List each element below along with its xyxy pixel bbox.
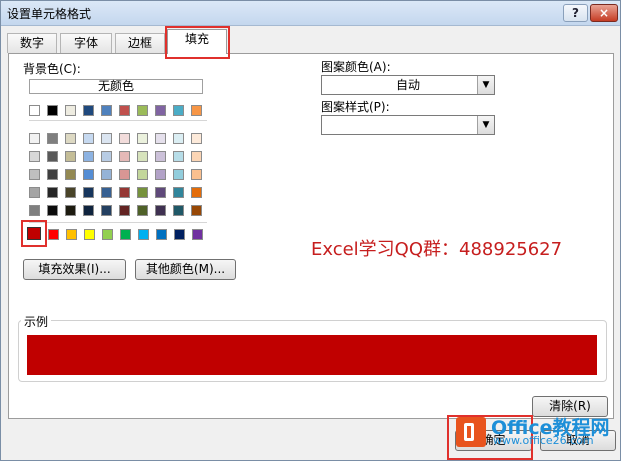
tint-color-swatch[interactable]	[137, 151, 148, 162]
theme-color-swatch[interactable]	[155, 105, 166, 116]
theme-color-swatch[interactable]	[65, 105, 76, 116]
standard-color-swatch[interactable]	[102, 229, 113, 240]
fill-effects-button[interactable]: 填充效果(I)...	[23, 259, 126, 280]
dropdown-arrow-icon[interactable]: ▼	[477, 76, 494, 94]
standard-color-swatch[interactable]	[66, 229, 77, 240]
sample-label: 示例	[21, 313, 52, 330]
tint-color-swatch[interactable]	[83, 169, 94, 180]
sample-preview	[27, 335, 597, 375]
tint-color-swatch[interactable]	[173, 133, 184, 144]
tint-color-swatch[interactable]	[119, 133, 130, 144]
theme-color-swatch[interactable]	[191, 105, 202, 116]
tint-color-swatch[interactable]	[191, 151, 202, 162]
theme-color-swatch[interactable]	[119, 105, 130, 116]
tint-color-swatch[interactable]	[137, 205, 148, 216]
tint-color-swatch[interactable]	[191, 205, 202, 216]
tint-color-swatch[interactable]	[47, 205, 58, 216]
tint-color-swatch[interactable]	[173, 169, 184, 180]
tint-color-swatch[interactable]	[65, 205, 76, 216]
standard-color-swatch[interactable]	[48, 229, 59, 240]
tint-color-swatch[interactable]	[83, 187, 94, 198]
tint-color-swatch[interactable]	[173, 205, 184, 216]
dialog-title: 设置单元格格式	[7, 7, 92, 21]
tint-color-swatch[interactable]	[173, 187, 184, 198]
theme-color-swatch[interactable]	[83, 105, 94, 116]
standard-color-swatch[interactable]	[192, 229, 203, 240]
pattern-color-value: 自动	[395, 78, 420, 92]
tint-color-swatch[interactable]	[119, 151, 130, 162]
palette-separator	[29, 120, 207, 121]
tint-color-swatch[interactable]	[101, 151, 112, 162]
tint-color-swatch[interactable]	[47, 151, 58, 162]
watermark-url: www.office26.com	[493, 434, 594, 447]
tint-color-swatch[interactable]	[155, 169, 166, 180]
tint-color-swatch[interactable]	[119, 187, 130, 198]
tint-color-swatch[interactable]	[29, 151, 40, 162]
promo-text: Excel学习QQ群：488925627	[311, 239, 563, 260]
tint-color-swatch[interactable]	[47, 169, 58, 180]
theme-color-swatch[interactable]	[47, 105, 58, 116]
tint-color-swatch[interactable]	[29, 133, 40, 144]
title-bar: 设置单元格格式 ? ×	[1, 1, 620, 26]
tint-color-swatch[interactable]	[137, 187, 148, 198]
theme-color-swatch[interactable]	[137, 105, 148, 116]
office-logo-icon	[456, 417, 486, 447]
tint-color-swatch[interactable]	[137, 169, 148, 180]
tint-color-swatch[interactable]	[29, 205, 40, 216]
tint-color-swatch[interactable]	[155, 151, 166, 162]
tab-number[interactable]: 数字	[7, 33, 57, 53]
standard-color-swatch[interactable]	[156, 229, 167, 240]
tint-color-swatch[interactable]	[29, 187, 40, 198]
tint-color-swatch[interactable]	[155, 187, 166, 198]
tint-color-swatch[interactable]	[191, 187, 202, 198]
theme-color-swatch[interactable]	[29, 105, 40, 116]
pattern-style-select[interactable]: ▼	[321, 115, 495, 135]
tint-color-swatch[interactable]	[101, 133, 112, 144]
tint-color-swatch[interactable]	[83, 133, 94, 144]
pattern-style-label: 图案样式(P):	[321, 100, 390, 114]
pattern-color-select[interactable]: 自动 ▼	[321, 75, 495, 95]
tint-color-swatch[interactable]	[65, 133, 76, 144]
dropdown-arrow-icon[interactable]: ▼	[477, 116, 494, 134]
tint-color-swatch[interactable]	[29, 169, 40, 180]
no-color-button[interactable]: 无颜色	[29, 79, 203, 94]
pattern-color-label: 图案颜色(A):	[321, 60, 391, 74]
tint-color-swatch[interactable]	[119, 205, 130, 216]
tint-color-swatch[interactable]	[173, 151, 184, 162]
tint-color-swatch[interactable]	[47, 133, 58, 144]
tint-color-swatch[interactable]	[137, 133, 148, 144]
theme-color-swatch[interactable]	[101, 105, 112, 116]
tint-color-swatch[interactable]	[101, 187, 112, 198]
tint-color-swatch[interactable]	[101, 205, 112, 216]
standard-color-swatch[interactable]	[174, 229, 185, 240]
more-colors-button[interactable]: 其他颜色(M)...	[135, 259, 236, 280]
selected-color-swatch[interactable]	[27, 227, 41, 240]
background-color-label: 背景色(C):	[23, 62, 81, 76]
tint-color-swatch[interactable]	[65, 169, 76, 180]
tint-color-swatch[interactable]	[191, 133, 202, 144]
fill-panel: 背景色(C): 无颜色 填充效果(I)... 其他颜色(M)... 图案颜色(A…	[8, 53, 614, 419]
tint-color-swatch[interactable]	[101, 169, 112, 180]
tint-color-swatch[interactable]	[155, 133, 166, 144]
standard-color-swatch[interactable]	[120, 229, 131, 240]
tint-color-swatch[interactable]	[155, 205, 166, 216]
tint-color-swatch[interactable]	[83, 205, 94, 216]
tint-color-swatch[interactable]	[65, 187, 76, 198]
close-button[interactable]: ×	[590, 4, 618, 22]
tint-color-swatch[interactable]	[47, 187, 58, 198]
standard-color-swatch[interactable]	[138, 229, 149, 240]
tab-font[interactable]: 字体	[60, 33, 112, 53]
palette-separator	[29, 222, 207, 223]
tint-color-swatch[interactable]	[65, 151, 76, 162]
tint-color-swatch[interactable]	[83, 151, 94, 162]
standard-color-swatch[interactable]	[84, 229, 95, 240]
format-cells-dialog: 设置单元格格式 ? × 数字 字体 边框 填充 背景色(C): 无颜色 填充效果…	[0, 0, 621, 461]
tint-color-swatch[interactable]	[119, 169, 130, 180]
tab-fill[interactable]: 填充	[167, 29, 227, 54]
tab-border[interactable]: 边框	[115, 33, 165, 53]
tint-color-swatch[interactable]	[191, 169, 202, 180]
theme-color-swatch[interactable]	[173, 105, 184, 116]
help-button[interactable]: ?	[563, 4, 588, 22]
